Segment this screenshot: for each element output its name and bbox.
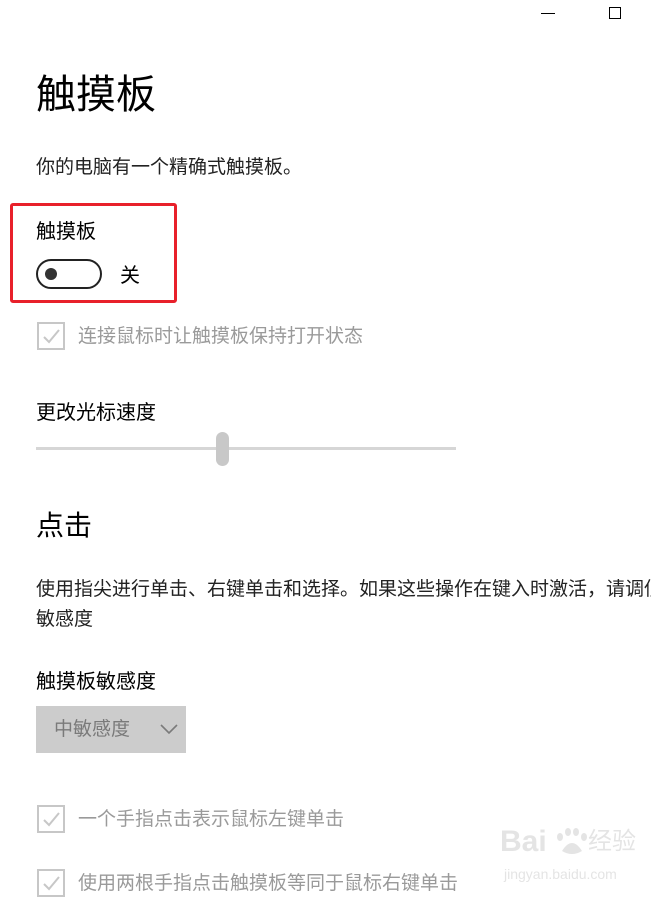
keep-on-with-mouse-checkbox[interactable] — [37, 322, 65, 350]
page-title: 触摸板 — [36, 72, 156, 118]
page-description: 你的电脑有一个精确式触摸板。 — [36, 156, 303, 178]
cursor-speed-slider-thumb[interactable] — [216, 432, 229, 466]
cursor-speed-slider-track[interactable] — [36, 447, 456, 450]
svg-text:Bai: Bai — [500, 825, 547, 858]
touchpad-toggle-label: 触摸板 — [36, 219, 96, 243]
checkmark-icon — [43, 876, 60, 891]
chevron-down-icon — [160, 724, 178, 735]
single-tap-label: 一个手指点击表示鼠标左键单击 — [78, 808, 345, 830]
touchpad-toggle-state: 关 — [120, 263, 140, 287]
sensitivity-label: 触摸板敏感度 — [36, 669, 156, 693]
two-finger-tap-checkbox[interactable] — [37, 869, 65, 897]
maximize-button[interactable] — [609, 7, 621, 19]
two-finger-tap-label: 使用两根手指点击触摸板等同于鼠标右键单击 — [78, 872, 459, 894]
taps-description: 使用指尖进行单击、右键单击和选择。如果这些操作在键入时激活，请调低敏感度 — [36, 578, 651, 630]
touchpad-toggle[interactable] — [36, 259, 102, 289]
baidu-watermark-logo: Bai 经验 jingyan.baidu.com — [500, 825, 636, 882]
svg-text:经验: 经验 — [588, 827, 636, 855]
toggle-knob — [45, 268, 57, 280]
svg-text:jingyan.baidu.com: jingyan.baidu.com — [503, 866, 617, 882]
sensitivity-dropdown[interactable]: 中敏感度 — [36, 706, 186, 753]
checkmark-icon — [43, 329, 60, 344]
cursor-speed-label: 更改光标速度 — [36, 400, 156, 424]
taps-heading: 点击 — [36, 509, 93, 542]
single-tap-checkbox[interactable] — [37, 805, 65, 833]
sensitivity-dropdown-value: 中敏感度 — [54, 718, 131, 740]
checkmark-icon — [43, 812, 60, 827]
keep-on-with-mouse-label: 连接鼠标时让触摸板保持打开状态 — [78, 325, 364, 347]
minimize-button[interactable] — [541, 13, 555, 14]
